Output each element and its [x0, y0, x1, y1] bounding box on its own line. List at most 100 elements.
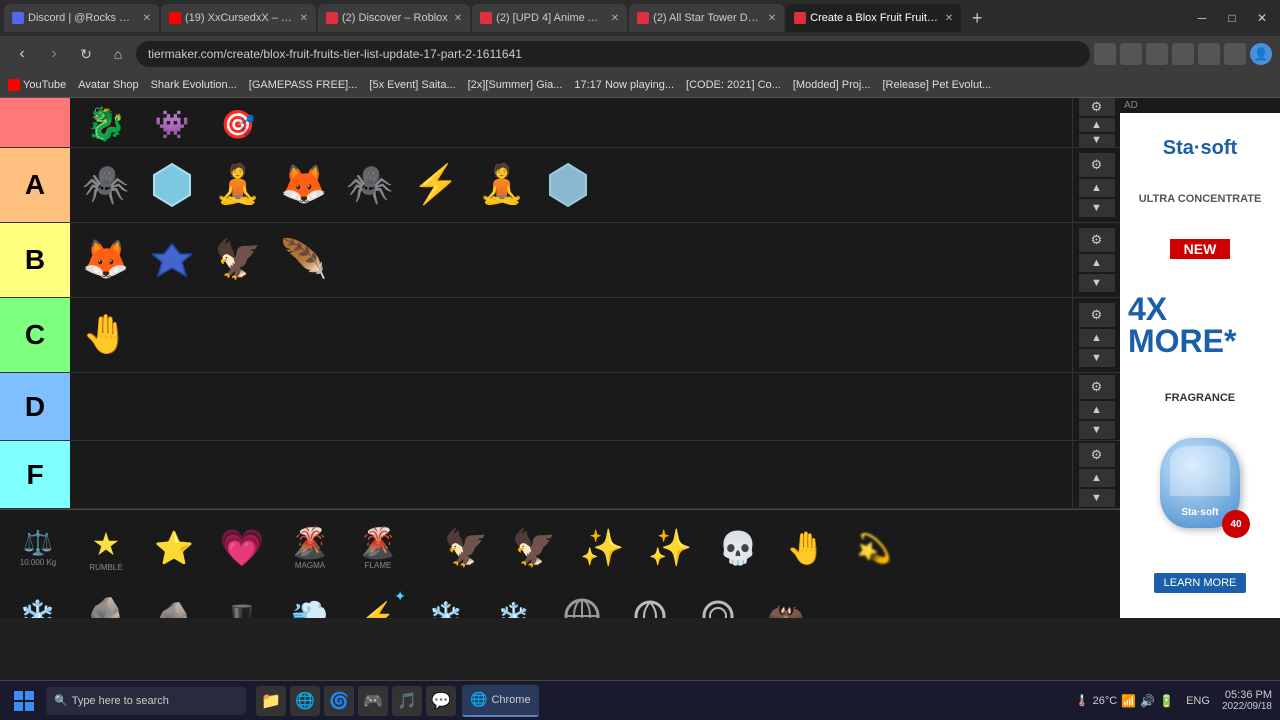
fruit-unranked[interactable]: 🌋 MAGMA — [278, 516, 342, 580]
fruit-unranked[interactable]: 🪨 — [142, 584, 206, 618]
back-button[interactable]: ‹ — [8, 40, 36, 68]
fruit-item[interactable]: 🧘 — [206, 153, 270, 217]
tab-discord-close[interactable]: ✕ — [143, 13, 151, 24]
window-close[interactable]: ✕ — [1248, 4, 1276, 32]
tab-roblox[interactable]: (2) Discover – Roblox ✕ — [318, 4, 470, 32]
fruit-unranked[interactable]: 💫 — [842, 516, 906, 580]
tab-roblox-close[interactable]: ✕ — [454, 13, 462, 24]
bookmark-modded[interactable]: [Modded] Proj... — [793, 79, 871, 91]
arrow-down-b[interactable]: ▼ — [1079, 274, 1115, 292]
arrow-up-s[interactable]: ▲ — [1079, 118, 1115, 132]
arrow-up-d[interactable]: ▲ — [1079, 401, 1115, 419]
taskbar-icon-chrome[interactable]: 🌀 — [324, 686, 354, 716]
taskbar-icon-edge[interactable]: 🌐 — [290, 686, 320, 716]
fruit-unranked[interactable]: 🦇 — [754, 584, 818, 618]
start-button[interactable] — [8, 685, 40, 717]
settings-btn-a[interactable]: ⚙ — [1079, 153, 1115, 177]
bookmark-release[interactable]: [Release] Pet Evolut... — [882, 79, 991, 91]
bookmark-summer[interactable]: [2x][Summer] Gia... — [468, 79, 563, 91]
arrow-up-f[interactable]: ▲ — [1079, 469, 1115, 487]
tab-youtube[interactable]: (19) XxCursedxX – YouTube ✕ — [161, 4, 316, 32]
fruit-unranked[interactable]: ❄️ — [414, 584, 478, 618]
ext3[interactable] — [1146, 43, 1168, 65]
taskbar-icon-5[interactable]: 🎵 — [392, 686, 422, 716]
fruit-item[interactable]: 🪶 — [272, 228, 336, 292]
settings-btn-f[interactable]: ⚙ — [1079, 443, 1115, 467]
window-minimize[interactable]: ─ — [1188, 4, 1216, 32]
bookmark-avatar[interactable]: Avatar Shop — [78, 79, 138, 91]
fruit-item[interactable] — [536, 153, 600, 217]
settings-btn-c[interactable]: ⚙ — [1079, 303, 1115, 327]
fruit-item[interactable]: 🕷️ — [338, 153, 402, 217]
fruit-unranked[interactable] — [618, 584, 682, 618]
taskbar-icon-steam[interactable]: 🎮 — [358, 686, 388, 716]
fruit-unranked[interactable] — [550, 584, 614, 618]
fruit-item[interactable] — [140, 153, 204, 217]
profile-avatar[interactable]: 👤 — [1250, 43, 1272, 65]
tab-tower-close[interactable]: ✕ — [768, 13, 776, 24]
ext1[interactable] — [1094, 43, 1116, 65]
ext2[interactable] — [1120, 43, 1142, 65]
tab-youtube-close[interactable]: ✕ — [300, 13, 308, 24]
arrow-up-c[interactable]: ▲ — [1079, 329, 1115, 347]
settings-btn-s[interactable]: ⚙ — [1079, 98, 1115, 116]
bookmark-gamepass[interactable]: [GAMEPASS FREE]... — [249, 79, 358, 91]
fruit-unranked[interactable]: ★ RUMBLE — [74, 516, 138, 580]
fruit-item[interactable]: 🐉 — [74, 102, 138, 146]
fruit-unranked[interactable]: 💀 — [706, 516, 770, 580]
address-bar[interactable]: tiermaker.com/create/blox-fruit-fruits-t… — [136, 41, 1090, 67]
tab-anime-close[interactable]: ✕ — [611, 13, 619, 24]
fruit-item[interactable]: 👾 — [140, 102, 204, 146]
taskbar-running-app[interactable]: 🌐 Chrome — [462, 685, 539, 717]
taskbar-icon-explorer[interactable]: 📁 — [256, 686, 286, 716]
fruit-item[interactable]: 🦊 — [272, 153, 336, 217]
fruit-unranked[interactable]: 🎩 — [210, 584, 274, 618]
fruit-item[interactable]: 🦅 — [206, 228, 270, 292]
fruit-unranked[interactable]: ⚖️ 10.000 Kg — [6, 516, 70, 580]
fruit-unranked[interactable]: 💨 — [278, 584, 342, 618]
fruit-unranked[interactable]: ❄️ — [482, 584, 546, 618]
fruit-unranked[interactable]: 💗 — [210, 516, 274, 580]
tab-discord[interactable]: Discord | @Rocks D Xe... ✕ — [4, 4, 159, 32]
tab-add-button[interactable]: + — [963, 4, 991, 32]
fruit-item[interactable]: ⚡ — [404, 153, 468, 217]
refresh-button[interactable]: ↻ — [72, 40, 100, 68]
fruit-item[interactable]: 🦊 — [74, 228, 138, 292]
arrow-down-f[interactable]: ▼ — [1079, 489, 1115, 507]
bookmark-shark[interactable]: Shark Evolution... — [151, 79, 237, 91]
arrow-down-a[interactable]: ▼ — [1079, 199, 1115, 217]
fruit-item[interactable]: 🧘 — [470, 153, 534, 217]
fruit-unranked[interactable]: 🤚 — [774, 516, 838, 580]
taskbar-search-box[interactable]: 🔍 Type here to search — [46, 687, 246, 715]
tab-anime[interactable]: (2) [UPD 4] Anime Advent... ✕ — [472, 4, 627, 32]
tab-blox-close[interactable]: ✕ — [945, 13, 953, 24]
fruit-unranked[interactable]: 🪨 SAND — [74, 584, 138, 618]
ext6[interactable] — [1224, 43, 1246, 65]
arrow-down-s[interactable]: ▼ — [1079, 134, 1115, 148]
fruit-unranked[interactable]: ✨ — [638, 516, 702, 580]
fruit-item[interactable]: 🎯 — [206, 102, 270, 146]
bookmark-music[interactable]: 17:17 Now playing... — [574, 79, 674, 91]
bookmark-event[interactable]: [5x Event] Saita... — [369, 79, 455, 91]
forward-button[interactable]: › — [40, 40, 68, 68]
settings-btn-b[interactable]: ⚙ — [1079, 228, 1115, 252]
arrow-down-d[interactable]: ▼ — [1079, 421, 1115, 439]
fruit-unranked[interactable] — [686, 584, 750, 618]
window-maximize[interactable]: □ — [1218, 4, 1246, 32]
arrow-up-b[interactable]: ▲ — [1079, 254, 1115, 272]
fruit-item[interactable]: 🕷️ — [74, 153, 138, 217]
settings-btn-d[interactable]: ⚙ — [1079, 375, 1115, 399]
fruit-item[interactable] — [140, 228, 204, 292]
fruit-unranked[interactable]: ⚡ ✦ — [346, 584, 410, 618]
ad-learn-button[interactable]: LEARN MORE — [1154, 573, 1247, 593]
bookmark-code[interactable]: [CODE: 2021] Co... — [686, 79, 781, 91]
fruit-unranked[interactable]: ❄️ — [6, 584, 70, 618]
fruit-unranked[interactable]: 🌋 FLAME — [346, 516, 410, 580]
fruit-unranked[interactable]: 🦅 — [502, 516, 566, 580]
tab-blox[interactable]: Create a Blox Fruit Fruits [Up... ✕ — [786, 4, 961, 32]
home-button[interactable]: ⌂ — [104, 40, 132, 68]
ext4[interactable] — [1172, 43, 1194, 65]
ext5[interactable] — [1198, 43, 1220, 65]
fruit-unranked[interactable]: ✨ — [570, 516, 634, 580]
fruit-unranked[interactable]: 🦅 — [434, 516, 498, 580]
